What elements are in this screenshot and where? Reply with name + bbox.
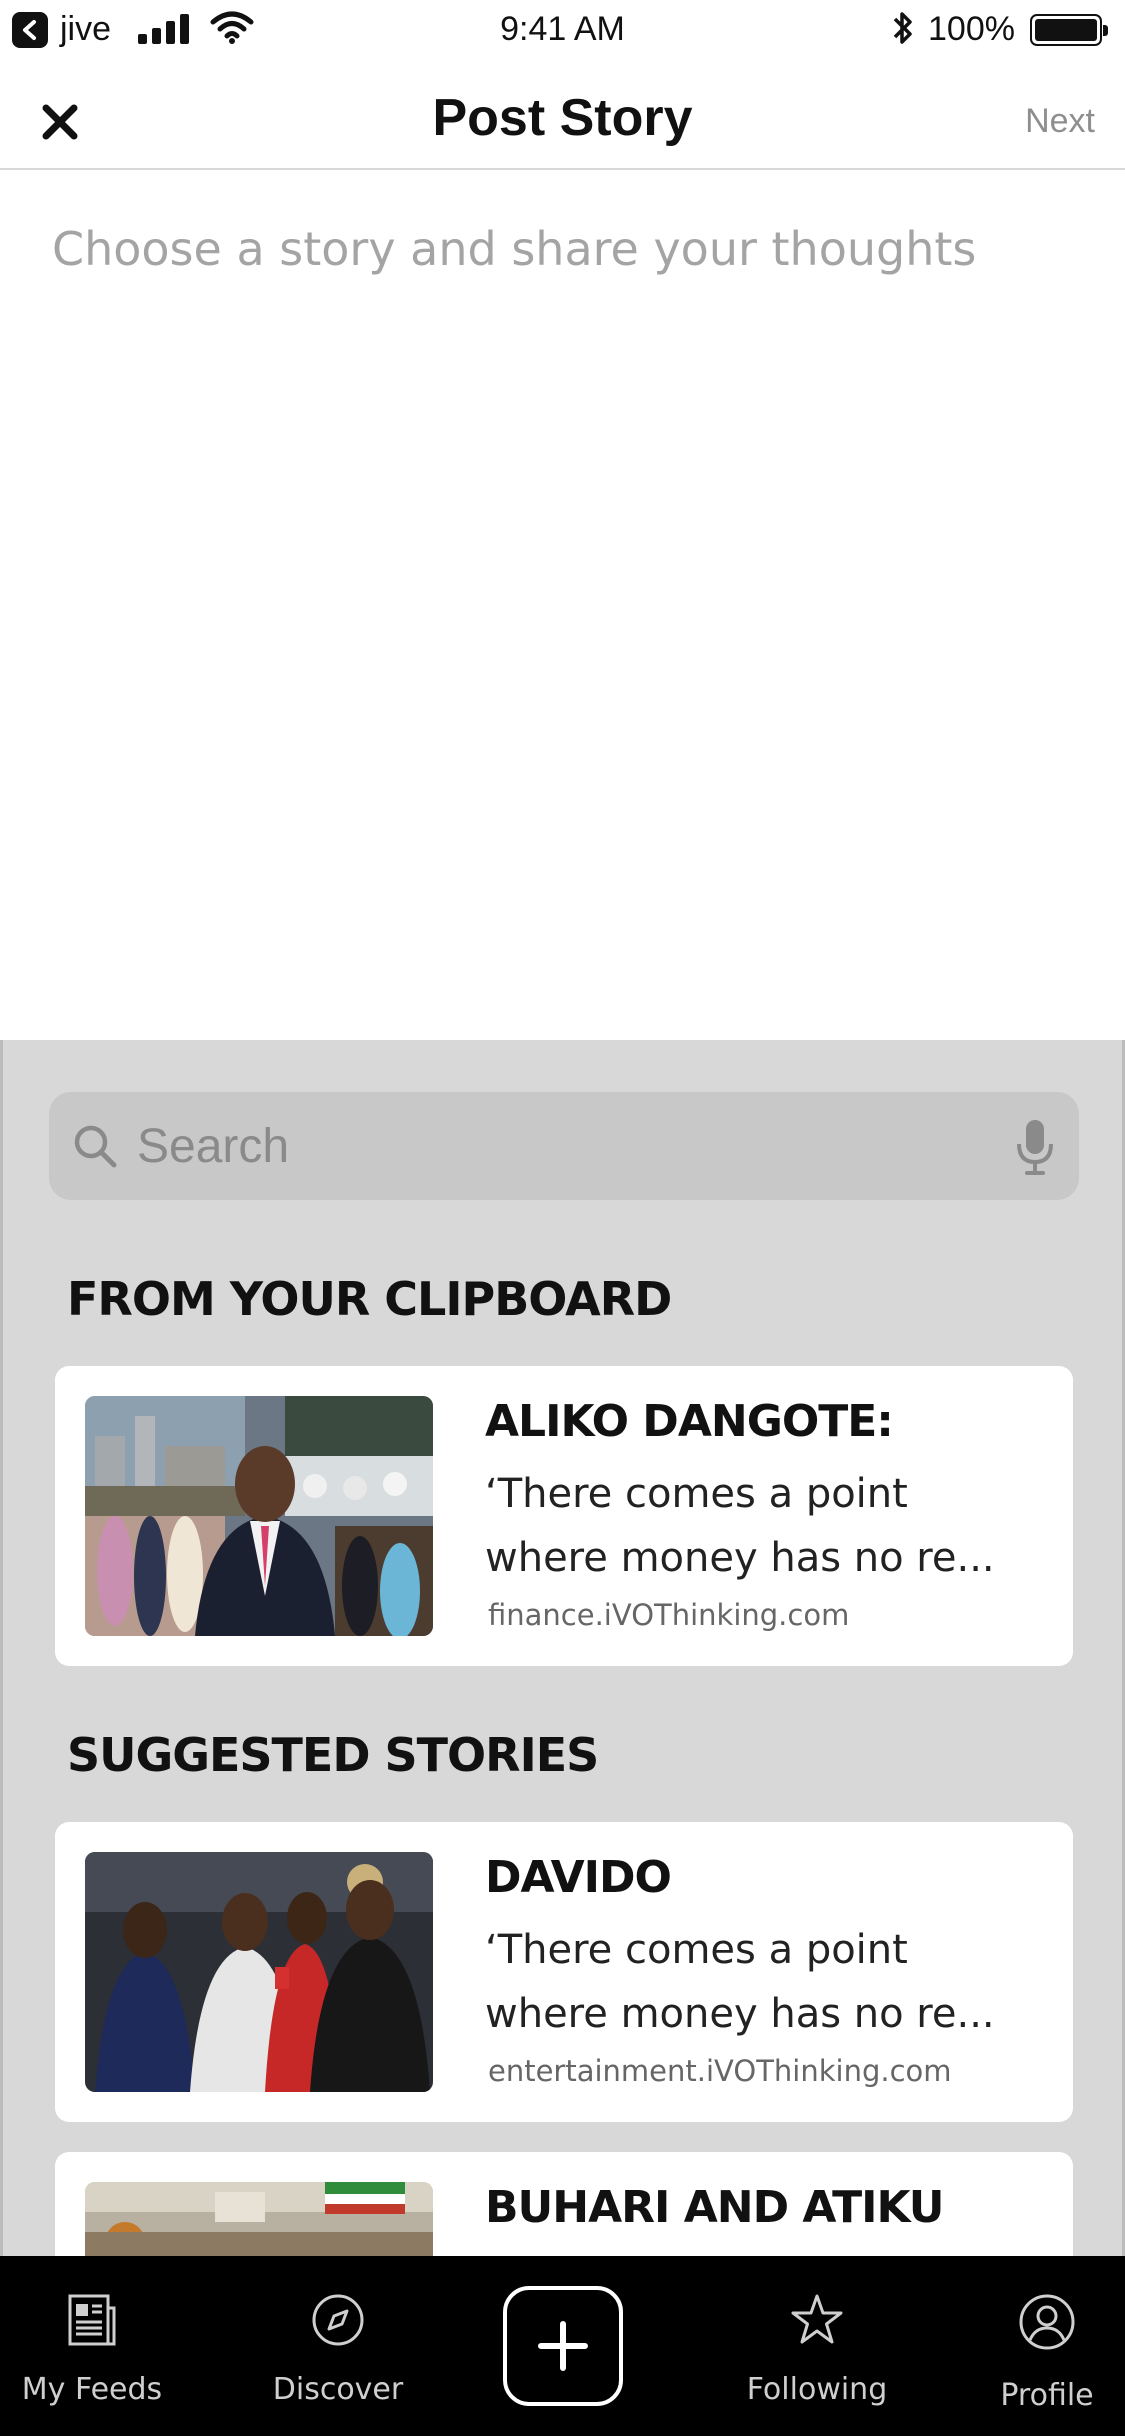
clipboard-section-header: FROM YOUR CLIPBOARD: [67, 1272, 672, 1326]
tab-label: Following: [746, 2372, 888, 2407]
tab-label: Discover: [272, 2372, 404, 2407]
story-thoughts-input[interactable]: [0, 172, 1125, 1040]
story-source: finance.iVOThinking.com: [488, 1598, 850, 1632]
clipboard-story-card[interactable]: ALIKO DANGOTE: ‘There comes a point wher…: [55, 1366, 1073, 1666]
star-icon: [791, 2294, 843, 2344]
tab-label: Profile: [1000, 2378, 1094, 2413]
tab-profile[interactable]: Profile: [957, 2256, 1125, 2436]
battery-icon: [1030, 14, 1108, 46]
page-title: Post Story: [432, 89, 693, 147]
next-button[interactable]: Next: [1025, 102, 1095, 141]
battery-percent: 100%: [928, 10, 1015, 48]
tab-label: My Feeds: [21, 2372, 163, 2407]
close-icon: [42, 104, 78, 140]
nav-header: Post Story Next: [0, 62, 1125, 170]
tab-discover[interactable]: Discover: [248, 2256, 428, 2436]
add-post-button[interactable]: [503, 2286, 623, 2406]
search-bar[interactable]: [49, 1092, 1079, 1200]
close-button[interactable]: [36, 98, 84, 146]
person-icon: [1019, 2294, 1075, 2350]
story-title: ALIKO DANGOTE:: [485, 1396, 894, 1447]
story-excerpt: ‘There comes a point where money has no …: [485, 1471, 995, 1581]
microphone-icon[interactable]: [1015, 1118, 1055, 1176]
newspaper-icon: [68, 2294, 116, 2346]
suggested-section-header: SUGGESTED STORIES: [67, 1728, 599, 1782]
tab-my-feeds[interactable]: My Feeds: [2, 2256, 182, 2436]
compass-icon: [312, 2294, 364, 2346]
story-title: BUHARI AND ATIKU: [485, 2182, 945, 2233]
search-icon: [74, 1125, 117, 1168]
suggested-story-card[interactable]: DAVIDO ‘There comes a point where money …: [55, 1822, 1073, 2122]
tab-bar: My Feeds Discover Following Profile: [0, 2256, 1125, 2436]
suggested-story-card[interactable]: BUHARI AND ATIKU: [55, 2152, 1073, 2256]
tab-following[interactable]: Following: [727, 2256, 907, 2436]
story-thumbnail-image: [85, 1396, 433, 1636]
status-bar: jive 9:41 AM 100%: [0, 0, 1125, 62]
plus-icon: [538, 2321, 588, 2371]
story-thumbnail-image: [85, 2182, 433, 2256]
bluetooth-icon: [890, 8, 916, 53]
story-thumbnail-image: [85, 1852, 433, 2092]
search-input[interactable]: [137, 1092, 1017, 1200]
story-title: DAVIDO: [485, 1852, 672, 1903]
battery-level: [1035, 19, 1097, 41]
story-source: entertainment.iVOThinking.com: [488, 2054, 952, 2088]
story-picker-sheet: FROM YOUR CLIPBOARD: [0, 1040, 1125, 2256]
story-excerpt: ‘There comes a point where money has no …: [485, 1927, 995, 2037]
